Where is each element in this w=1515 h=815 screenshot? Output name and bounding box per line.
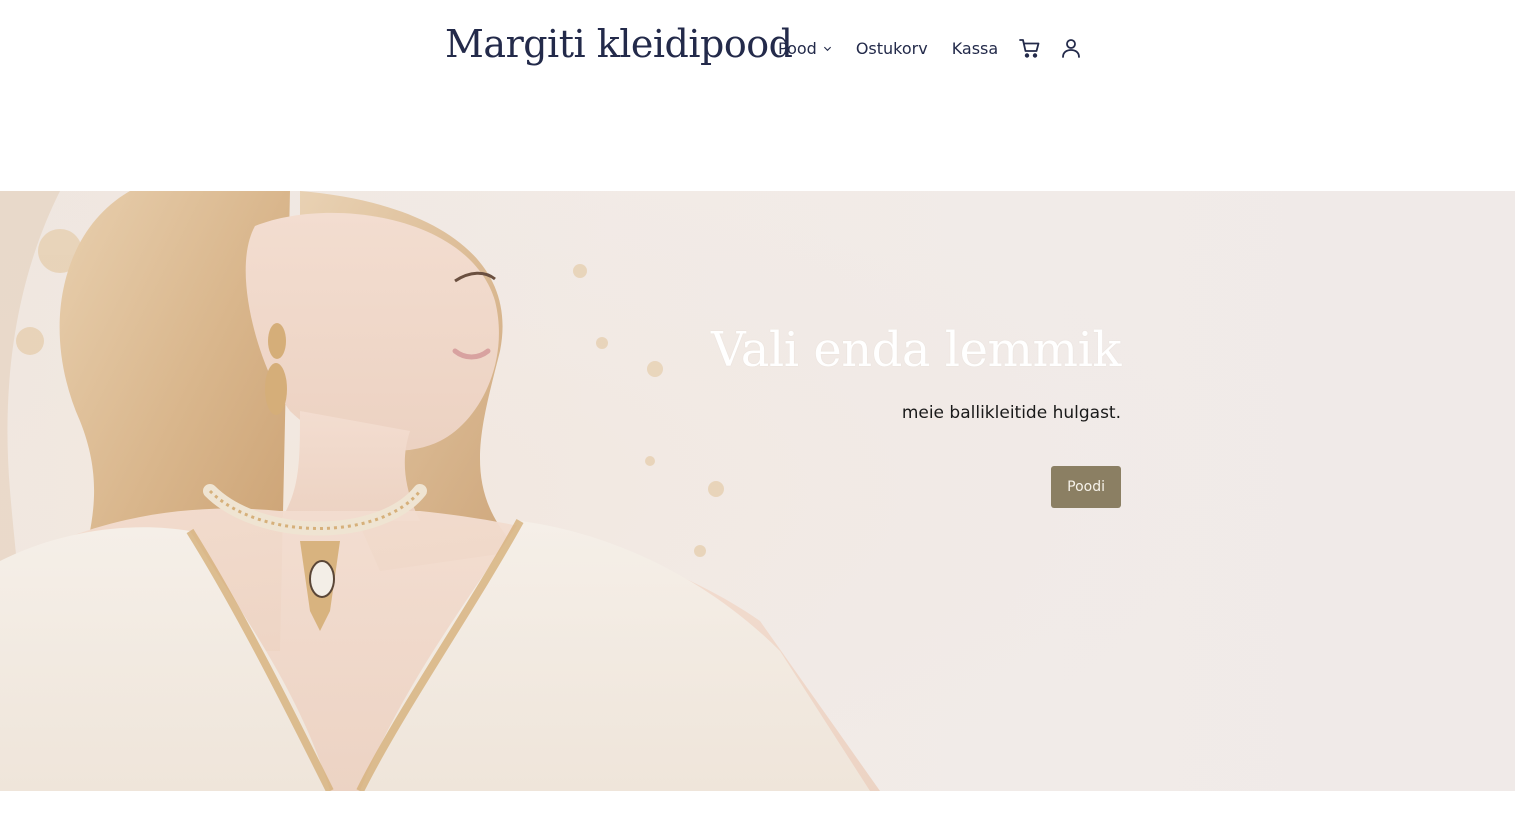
site-header: Margiti kleidipood Pood Ostukorv Kassa bbox=[0, 0, 1515, 96]
hero-title: Vali enda lemmik bbox=[711, 322, 1121, 378]
nav-item-cart[interactable]: Ostukorv bbox=[856, 39, 928, 58]
main-nav: Pood Ostukorv Kassa bbox=[778, 36, 1083, 60]
nav-item-shop[interactable]: Pood bbox=[778, 39, 832, 58]
hero-subtitle: meie ballikleitide hulgast. bbox=[901, 403, 1121, 423]
shop-button[interactable]: Poodi bbox=[1051, 466, 1121, 508]
nav-item-checkout[interactable]: Kassa bbox=[952, 39, 999, 58]
nav-item-shop-label: Pood bbox=[778, 38, 817, 58]
user-account-icon[interactable] bbox=[1059, 36, 1083, 60]
shopping-cart-icon[interactable] bbox=[1018, 36, 1042, 60]
chevron-down-icon bbox=[823, 46, 831, 51]
hero-content: Vali enda lemmik meie ballikleitide hulg… bbox=[521, 319, 1122, 508]
site-title[interactable]: Margiti kleidipood bbox=[445, 22, 793, 66]
hero-banner: Vali enda lemmik meie ballikleitide hulg… bbox=[0, 191, 1515, 791]
